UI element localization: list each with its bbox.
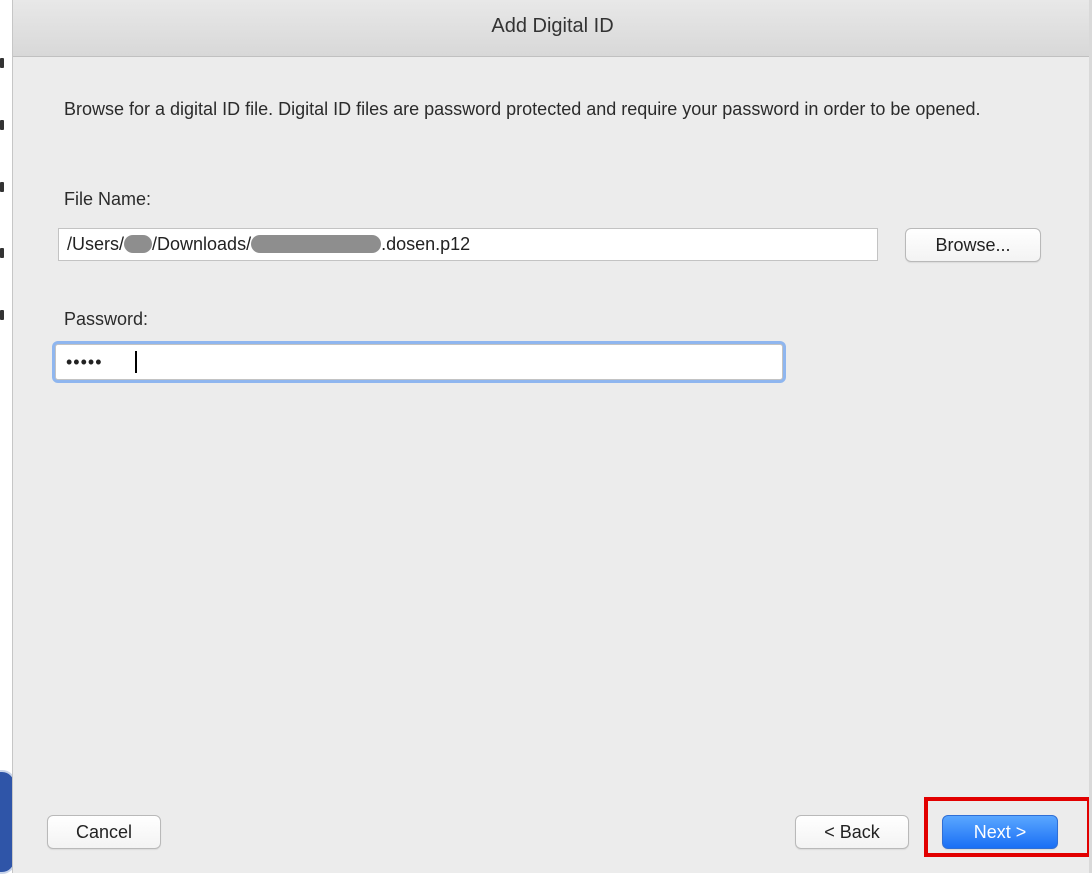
redacted-username <box>124 235 153 253</box>
dialog-titlebar: Add Digital ID <box>13 0 1092 57</box>
add-digital-id-dialog: Add Digital ID Browse for a digital ID f… <box>12 0 1092 873</box>
background-glyph <box>0 248 4 258</box>
browse-button[interactable]: Browse... <box>905 228 1041 262</box>
background-window-edge <box>0 0 16 874</box>
background-glyph <box>0 182 4 192</box>
background-glyph <box>0 120 4 130</box>
dialog-description: Browse for a digital ID file. Digital ID… <box>64 99 981 119</box>
file-name-label: File Name: <box>64 189 152 209</box>
redacted-filename <box>251 235 382 253</box>
next-button-highlight <box>924 797 1091 857</box>
password-masked-value: ••••• <box>66 352 103 372</box>
dialog-title: Add Digital ID <box>491 15 614 37</box>
cancel-button[interactable]: Cancel <box>47 815 161 849</box>
file-name-field[interactable]: /Users/ /Downloads/ .dosen.p12 <box>58 228 878 261</box>
back-button[interactable]: < Back <box>795 815 909 849</box>
password-label: Password: <box>64 309 149 329</box>
background-glyph <box>0 58 4 68</box>
file-path-suffix: .dosen.p12 <box>381 234 471 254</box>
file-path-middle: /Downloads/ <box>152 234 252 254</box>
background-glyph <box>0 310 4 320</box>
file-path-prefix: /Users/ <box>67 234 125 254</box>
text-caret <box>135 351 137 373</box>
password-field[interactable]: ••••• <box>55 344 783 380</box>
